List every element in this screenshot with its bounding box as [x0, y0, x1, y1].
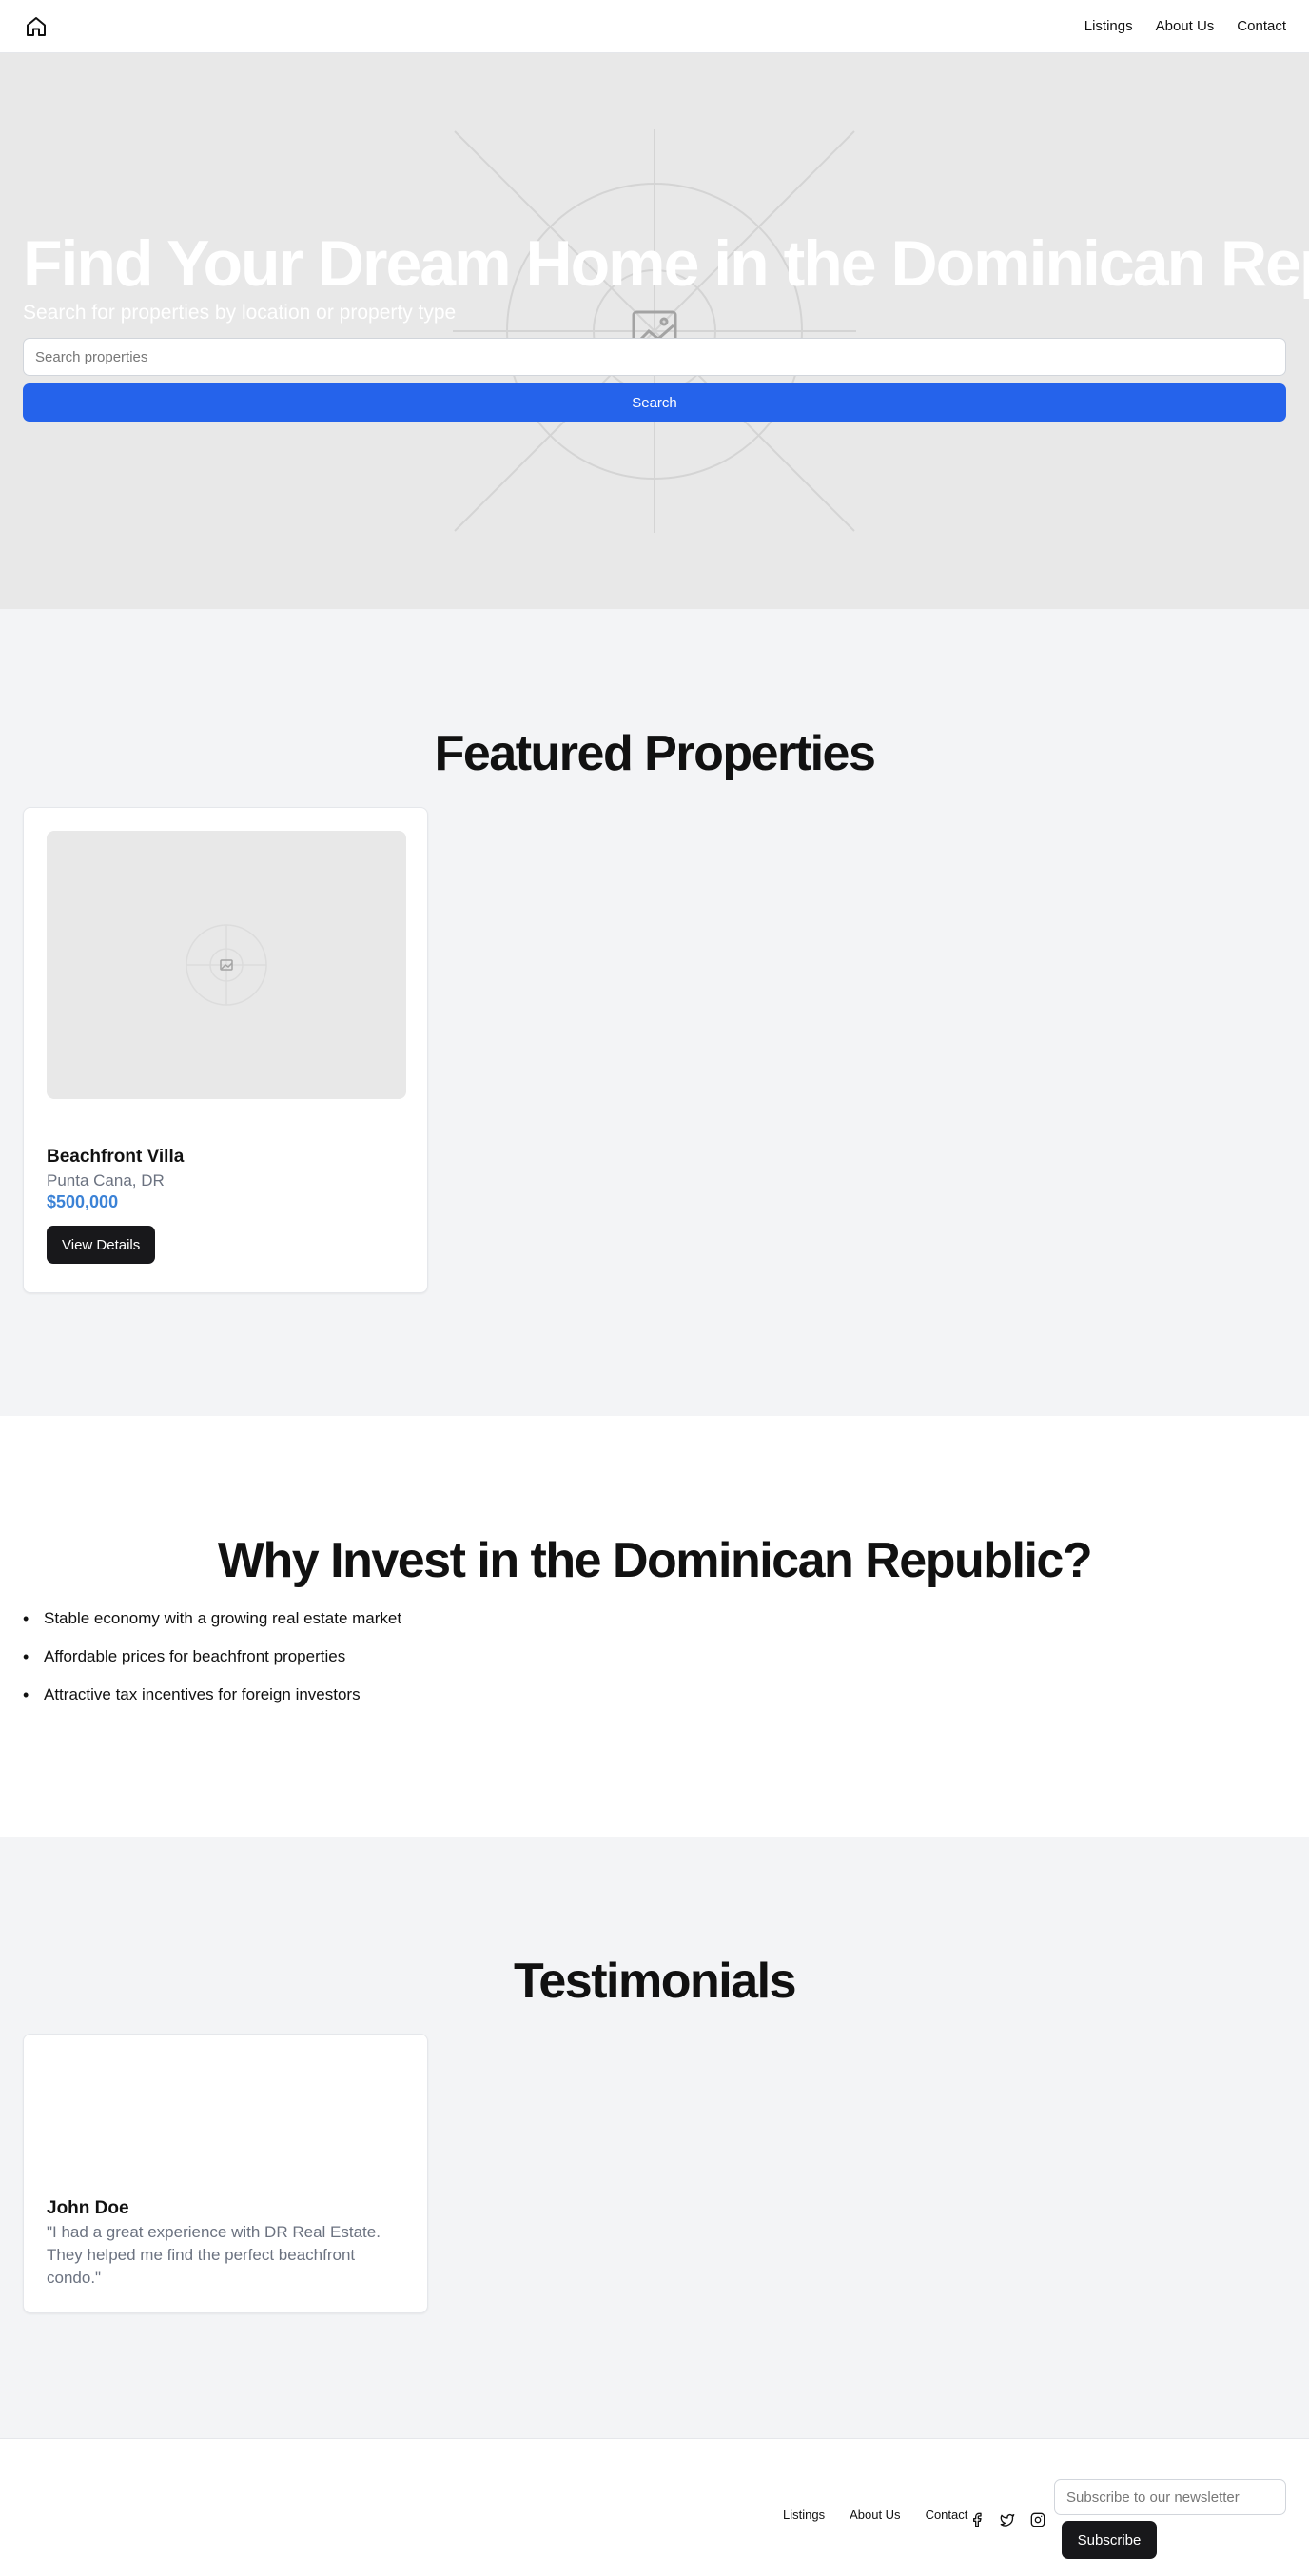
- footer: Listings About Us Contact Subscribe: [0, 2438, 1309, 2576]
- instagram-icon[interactable]: [1029, 2511, 1046, 2528]
- subscribe-button[interactable]: Subscribe: [1062, 2521, 1157, 2559]
- nav-links: Listings About Us Contact: [1084, 18, 1286, 34]
- property-price: $500,000: [47, 1192, 119, 1211]
- hero-title: Find Your Dream Home in the Dominican Re…: [23, 227, 1309, 300]
- nav-link-contact[interactable]: Contact: [1237, 18, 1286, 34]
- benefit-text: Attractive tax incentives for foreign in…: [44, 1685, 361, 1704]
- hero-content: Find Your Dream Home in the Dominican Re…: [23, 227, 1309, 423]
- bullet-icon: •: [23, 1609, 29, 1629]
- social-links: [968, 2511, 1046, 2528]
- testimonial-content: John Doe "I had a great experience with …: [47, 2198, 404, 2290]
- why-invest-title: Why Invest in the Dominican Republic?: [217, 1533, 1093, 1588]
- list-item: • Affordable prices for beachfront proper…: [23, 1647, 1309, 1685]
- search-input[interactable]: [23, 338, 1286, 377]
- testimonial-card: John Doe "I had a great experience with …: [23, 2034, 428, 2313]
- footer-link-listings[interactable]: Listings: [783, 2507, 825, 2522]
- benefit-text: Stable economy with a growing real estat…: [44, 1609, 402, 1628]
- testimonials-title: Testimonials: [513, 1954, 797, 2009]
- top-navbar: Listings About Us Contact: [0, 0, 1309, 53]
- featured-title: Featured Properties: [434, 726, 876, 781]
- testimonial-author: John Doe: [47, 2198, 129, 2218]
- property-name: Beachfront Villa: [47, 1147, 185, 1167]
- nav-link-about-us[interactable]: About Us: [1156, 18, 1215, 34]
- testimonial-quote: "I had a great experience with DR Real E…: [47, 2223, 381, 2287]
- benefits-list: • Stable economy with a growing real esta…: [0, 1609, 1309, 1723]
- list-item: • Stable economy with a growing real esta…: [23, 1609, 1309, 1647]
- search-button[interactable]: Search: [23, 383, 1286, 423]
- bullet-icon: •: [23, 1685, 29, 1705]
- image-placeholder-icon: [186, 924, 267, 1006]
- bullet-icon: •: [23, 1647, 29, 1667]
- hero-section: Find Your Dream Home in the Dominican Re…: [0, 53, 1309, 609]
- footer-link-contact[interactable]: Contact: [926, 2507, 968, 2522]
- newsletter-email-input[interactable]: [1054, 2479, 1286, 2515]
- benefit-text: Affordable prices for beachfront propert…: [44, 1647, 346, 1666]
- hero-subtitle: Search for properties by location or pro…: [23, 302, 457, 324]
- property-image: [47, 831, 406, 1099]
- home-icon[interactable]: [23, 13, 49, 40]
- property-location: Punta Cana, DR: [47, 1171, 165, 1190]
- property-card: Beachfront Villa Punta Cana, DR $500,000…: [23, 807, 428, 1293]
- footer-link-about-us[interactable]: About Us: [850, 2507, 900, 2522]
- footer-links: Listings About Us Contact: [783, 2507, 967, 2522]
- view-details-button[interactable]: View Details: [47, 1226, 156, 1264]
- why-invest-section: Why Invest in the Dominican Republic? • S…: [0, 1416, 1309, 1837]
- facebook-icon[interactable]: [968, 2511, 986, 2528]
- nav-link-listings[interactable]: Listings: [1084, 18, 1133, 34]
- list-item: • Attractive tax incentives for foreign i…: [23, 1685, 1309, 1723]
- twitter-icon[interactable]: [999, 2511, 1016, 2528]
